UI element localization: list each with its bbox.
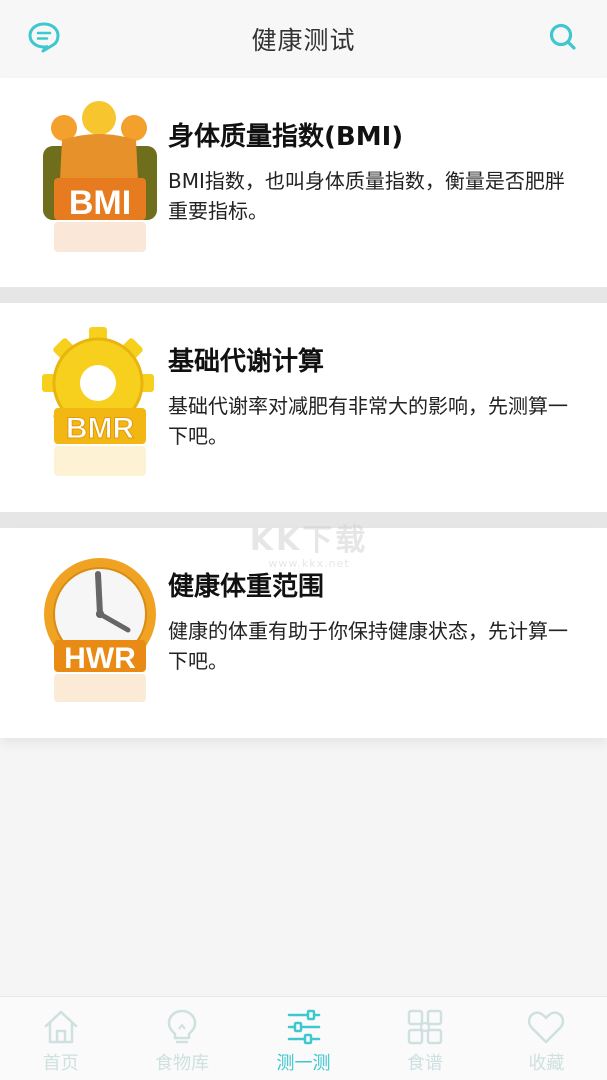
top-bar: 健康测试 (0, 0, 607, 78)
card-title: 身体质量指数(BMI) (168, 122, 404, 152)
tab-home[interactable]: 首页 (0, 997, 121, 1080)
tab-label: 食谱 (406, 1053, 443, 1074)
card-title: 健康体重范围 (168, 572, 325, 602)
bmi-badge-text: BMI (69, 184, 131, 222)
search-button[interactable] (546, 20, 580, 54)
bmr-badge-text: BMR (66, 412, 135, 445)
app-screen: 健康测试 BMI 身体质量指数(BMI) BMI指数，也叫身体质量指数，衡量是否… (0, 0, 607, 1080)
page-title: 健康测试 (251, 26, 356, 55)
bmi-card[interactable]: BMI 身体质量指数(BMI) BMI指数，也叫身体质量指数，衡量是否肥胖重要指… (0, 78, 607, 287)
sliders-icon (287, 1009, 320, 1045)
card-description: BMI指数，也叫身体质量指数，衡量是否肥胖重要指标。 (168, 169, 565, 223)
home-icon (44, 1010, 77, 1044)
card-description: 基础代谢率对减肥有非常大的影响，先测算一下吧。 (168, 394, 568, 448)
bmr-gear-icon: BMR (40, 323, 160, 483)
divider (0, 512, 607, 528)
tab-label: 收藏 (528, 1053, 565, 1074)
bottom-tab-bar: 首页 食物库 测一测 食谱 收藏 (0, 996, 607, 1080)
tab-label: 测一测 (276, 1053, 331, 1074)
hwr-card[interactable]: HWR 健康体重范围 健康的体重有助于你保持健康状态，先计算一下吧。 (0, 528, 607, 738)
card-description: 健康的体重有助于你保持健康状态，先计算一下吧。 (168, 619, 568, 673)
search-icon (549, 23, 576, 50)
bmi-badge-icon: BMI (40, 98, 160, 258)
chat-bubble-icon (28, 22, 60, 53)
heart-icon (528, 1011, 565, 1044)
tab-favorites[interactable]: 收藏 (486, 997, 607, 1080)
grid-icon (407, 1009, 443, 1045)
tab-food-library[interactable]: 食物库 (121, 997, 242, 1080)
tab-label: 首页 (42, 1053, 79, 1074)
tab-recipes[interactable]: 食谱 (364, 997, 485, 1080)
bmr-card[interactable]: BMR 基础代谢计算 基础代谢率对减肥有非常大的影响，先测算一下吧。 (0, 303, 607, 512)
tab-test[interactable]: 测一测 (243, 997, 364, 1080)
divider (0, 287, 607, 303)
message-button[interactable] (27, 20, 61, 54)
hwr-badge-text: HWR (64, 642, 136, 675)
hwr-clock-icon: HWR (40, 548, 160, 708)
lightbulb-icon (167, 1009, 197, 1044)
tab-label: 食物库 (155, 1053, 210, 1074)
card-title: 基础代谢计算 (168, 347, 325, 377)
